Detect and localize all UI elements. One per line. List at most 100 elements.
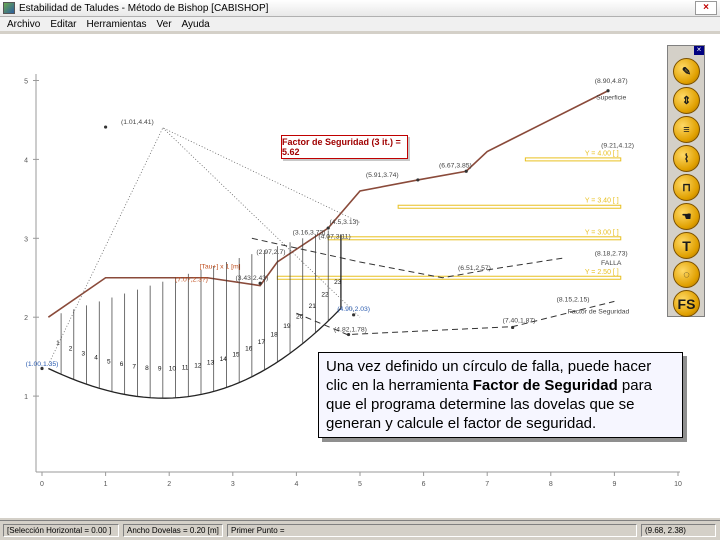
circle-tool-button[interactable]: ◌ xyxy=(673,261,700,288)
radius-dotted-line xyxy=(47,127,361,365)
point-coordinate-label: (3.43,2.43) xyxy=(235,275,268,282)
x-tick-label: 4 xyxy=(294,481,298,488)
status-selection: [Selección Horizontal = 0.00 ] xyxy=(3,524,119,537)
dovela-number: 22 xyxy=(321,291,329,298)
layers-tool-button[interactable]: ≡ xyxy=(673,116,700,143)
point-coordinate-label: (6.51,2.57) xyxy=(458,265,491,272)
menu-editar[interactable]: Editar xyxy=(50,19,76,30)
factor-legend-label: Factor de Seguridad xyxy=(568,308,630,315)
dovela-number: 6 xyxy=(120,361,124,368)
app-icon xyxy=(3,2,15,14)
dovela-number: 17 xyxy=(258,339,266,346)
water-level-label: Y = 3.00 [ ] xyxy=(585,229,619,236)
x-tick-label: 5 xyxy=(358,481,362,488)
point-coordinate-label: (7.0?,2.3?) xyxy=(175,277,208,284)
tau-label: [Tau+] x 1 [m] xyxy=(200,263,241,270)
point-coordinate-label: (2.97,2.7) xyxy=(256,249,285,256)
dovela-number: 16 xyxy=(245,346,253,353)
dovela-number: 23 xyxy=(334,279,342,286)
drawing-canvas[interactable]: 0 1 2 3 4 5 6 7 8 9 10 1 2 3 4 5 Y = 4.00 [ ] Y = 3.40 [ … xyxy=(0,34,720,518)
point-coordinate-label: (3.16,3.73) xyxy=(293,229,326,236)
measure-tool-button[interactable]: ⇕ xyxy=(673,87,700,114)
window-title: Estabilidad de Taludes - Método de Bisho… xyxy=(19,2,269,14)
point-coordinate-label: (8.15,2.15) xyxy=(557,296,590,303)
x-tick-label: 1 xyxy=(104,481,108,488)
falla-label: FALLA xyxy=(601,260,622,267)
status-slice-width: Ancho Dovelas = 0.20 [m] xyxy=(123,524,223,537)
hand-tool-button[interactable]: ☚ xyxy=(673,203,700,230)
x-tick-label: 8 xyxy=(549,481,553,488)
dovela-number: 12 xyxy=(194,362,202,369)
point-coordinate-label: (4.82,1.78) xyxy=(334,326,367,333)
menu-bar: Archivo Editar Herramientas Ver Ayuda xyxy=(0,17,720,31)
app-window: Estabilidad de Taludes - Método de Bisho… xyxy=(0,0,720,540)
point-coordinate-label: (5.91,3.74) xyxy=(366,172,399,179)
menu-herramientas[interactable]: Herramientas xyxy=(86,19,146,30)
water-table-line xyxy=(524,157,622,162)
vertex-point xyxy=(511,325,515,330)
factor-seguridad-result: Factor de Seguridad (3 it.) = 5.62 xyxy=(281,135,408,159)
surface-coordinate-label: (8.90,4.87) xyxy=(595,78,628,85)
point-coordinate-label: (6.67,3.85) xyxy=(439,162,472,169)
water-level-label: Y = 3.40 [ ] xyxy=(585,198,619,205)
dovela-number: 1 xyxy=(56,340,60,347)
status-first-point: Primer Punto = xyxy=(227,524,637,537)
dovela-number: 5 xyxy=(107,358,111,365)
menu-ayuda[interactable]: Ayuda xyxy=(182,19,210,30)
vertex-point xyxy=(346,332,351,337)
dovela-number: 7 xyxy=(132,363,136,370)
menu-archivo[interactable]: Archivo xyxy=(7,19,40,30)
x-tick-label: 3 xyxy=(231,481,235,488)
pencil-tool-button[interactable]: ✎ xyxy=(673,58,700,85)
point-coordinate-label: (8.18,2.73) xyxy=(595,251,628,258)
vertex-point xyxy=(326,226,330,230)
point-coordinate-label: (4.5,3.13) xyxy=(330,219,359,226)
vertex-point xyxy=(258,281,262,285)
dovela-tool-button[interactable]: ⊓ xyxy=(673,174,700,201)
title-bar: Estabilidad de Taludes - Método de Bisho… xyxy=(0,0,720,17)
falla-dashed-line xyxy=(251,237,564,279)
vertex-point xyxy=(464,169,468,173)
palette-close-button[interactable]: × xyxy=(694,46,704,55)
tool-palette: × ✎ ⇕ ≡ ⌇ ⊓ ☚ T ◌ FS xyxy=(667,45,705,317)
y-tick-label: 2 xyxy=(24,315,28,322)
vertex-point xyxy=(104,125,108,129)
dovela-number: 14 xyxy=(220,356,228,363)
tutorial-callout: Una vez definido un círculo de falla, pu… xyxy=(318,352,683,438)
water-table-line xyxy=(397,204,622,209)
water-tool-button[interactable]: ⌇ xyxy=(673,145,700,172)
water-level-label: Y = 4.00 [ ] xyxy=(585,150,619,157)
y-tick-label: 3 xyxy=(24,236,28,243)
dovela-number: 11 xyxy=(182,364,189,371)
x-tick-label: 2 xyxy=(167,481,171,488)
close-button[interactable]: × xyxy=(695,1,717,15)
y-tick-label: 4 xyxy=(24,157,28,164)
dovela-number: 3 xyxy=(82,350,86,357)
water-table-line xyxy=(327,236,622,241)
slope-plot[interactable]: 0 1 2 3 4 5 6 7 8 9 1012345Y = 4.00 [ ]Y = 3.40 [ … xyxy=(0,34,720,518)
point-coordinate-label: (1.01,4.41) xyxy=(121,119,154,126)
dovela-number: 15 xyxy=(232,351,240,358)
dovela-number: 4 xyxy=(94,355,98,362)
menu-ver[interactable]: Ver xyxy=(157,19,172,30)
y-tick-label: 1 xyxy=(24,394,28,401)
callout-text-bold: Factor de Seguridad xyxy=(472,377,618,394)
surface-label: Superficie xyxy=(596,94,626,101)
factor-tool-button[interactable]: FS xyxy=(673,290,700,317)
point-coordinate-label: (9.21,4.12) xyxy=(601,143,634,150)
point-coordinate-label: (4.90,2.03) xyxy=(337,306,370,313)
dovela-number: 19 xyxy=(283,323,291,330)
x-tick-label: 7 xyxy=(485,481,489,488)
text-tool-button[interactable]: T xyxy=(673,232,700,259)
vertex-point xyxy=(40,366,44,371)
water-level-label: Y = 2.50 [ ] xyxy=(585,269,619,276)
point-coordinate-label: (7.40,1.87) xyxy=(503,318,536,325)
dovela-number: 2 xyxy=(69,346,73,353)
vertex-point xyxy=(352,313,356,317)
x-tick-label: 6 xyxy=(422,481,426,488)
x-tick-label: 9 xyxy=(612,481,616,488)
y-tick-label: 5 xyxy=(24,79,28,86)
status-bar: [Selección Horizontal = 0.00 ] Ancho Dov… xyxy=(0,520,720,540)
dovela-number: 9 xyxy=(158,366,162,373)
dovela-number: 10 xyxy=(169,365,177,372)
